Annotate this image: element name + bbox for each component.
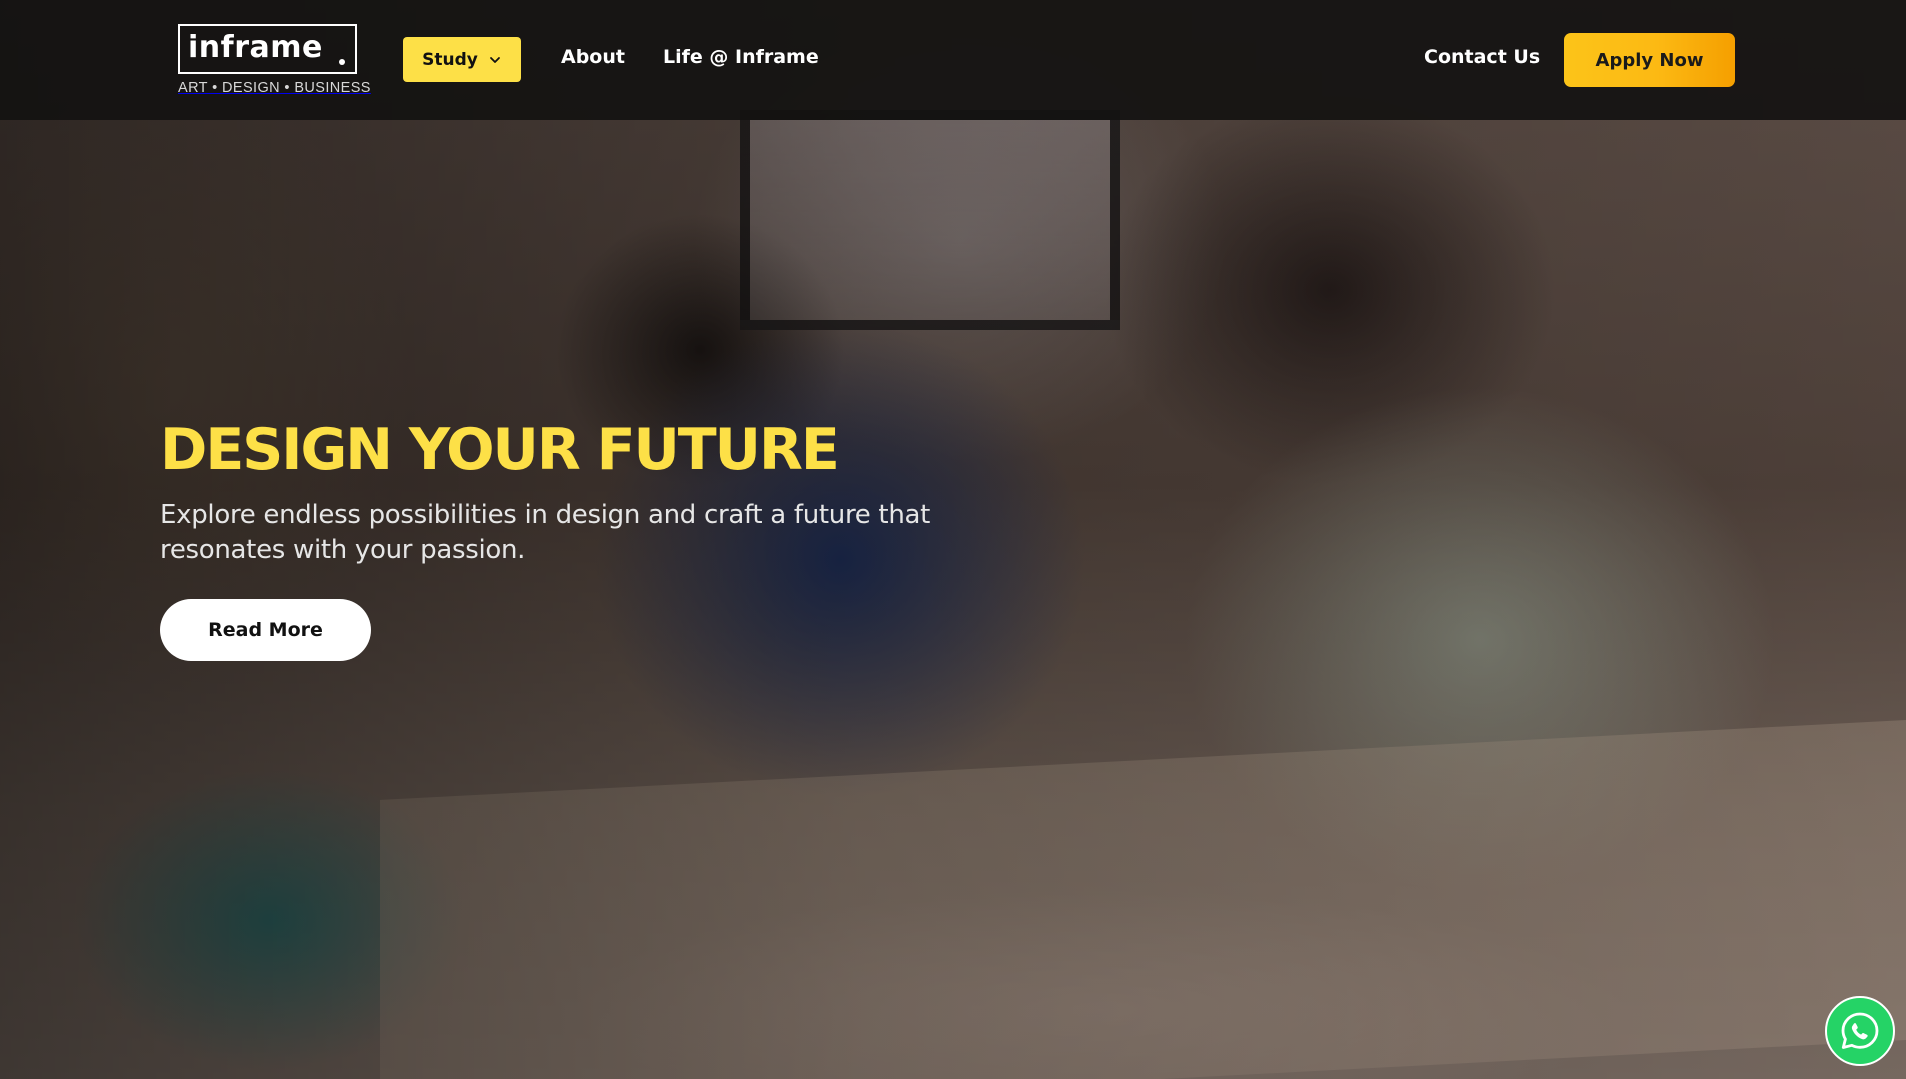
hero-subtitle: Explore endless possibilities in design … [160,500,931,565]
nav-contact-link[interactable]: Contact Us [1424,46,1540,68]
logo[interactable]: inframe ART • DESIGN • BUSINESS [178,24,371,96]
nav-study-label: Study [422,49,478,70]
logo-box: inframe [178,24,357,74]
page: inframe ART • DESIGN • BUSINESS Study Ab… [0,0,1906,1079]
nav-study-dropdown[interactable]: Study [403,37,521,82]
chevron-down-icon [489,56,500,63]
hero-title: DESIGN YOUR FUTURE [160,417,840,483]
nav-about-link[interactable]: About [561,46,625,68]
nav-life-link[interactable]: Life @ Inframe [663,46,819,68]
site-header: inframe ART • DESIGN • BUSINESS Study Ab… [0,0,1906,120]
logo-dot [339,59,345,65]
whatsapp-button[interactable] [1825,996,1895,1066]
logo-tagline: ART • DESIGN • BUSINESS [178,80,371,96]
whatsapp-icon [1841,1012,1879,1049]
read-more-button[interactable]: Read More [160,599,371,661]
apply-now-button[interactable]: Apply Now [1564,33,1735,87]
logo-wordmark: inframe [188,30,323,65]
